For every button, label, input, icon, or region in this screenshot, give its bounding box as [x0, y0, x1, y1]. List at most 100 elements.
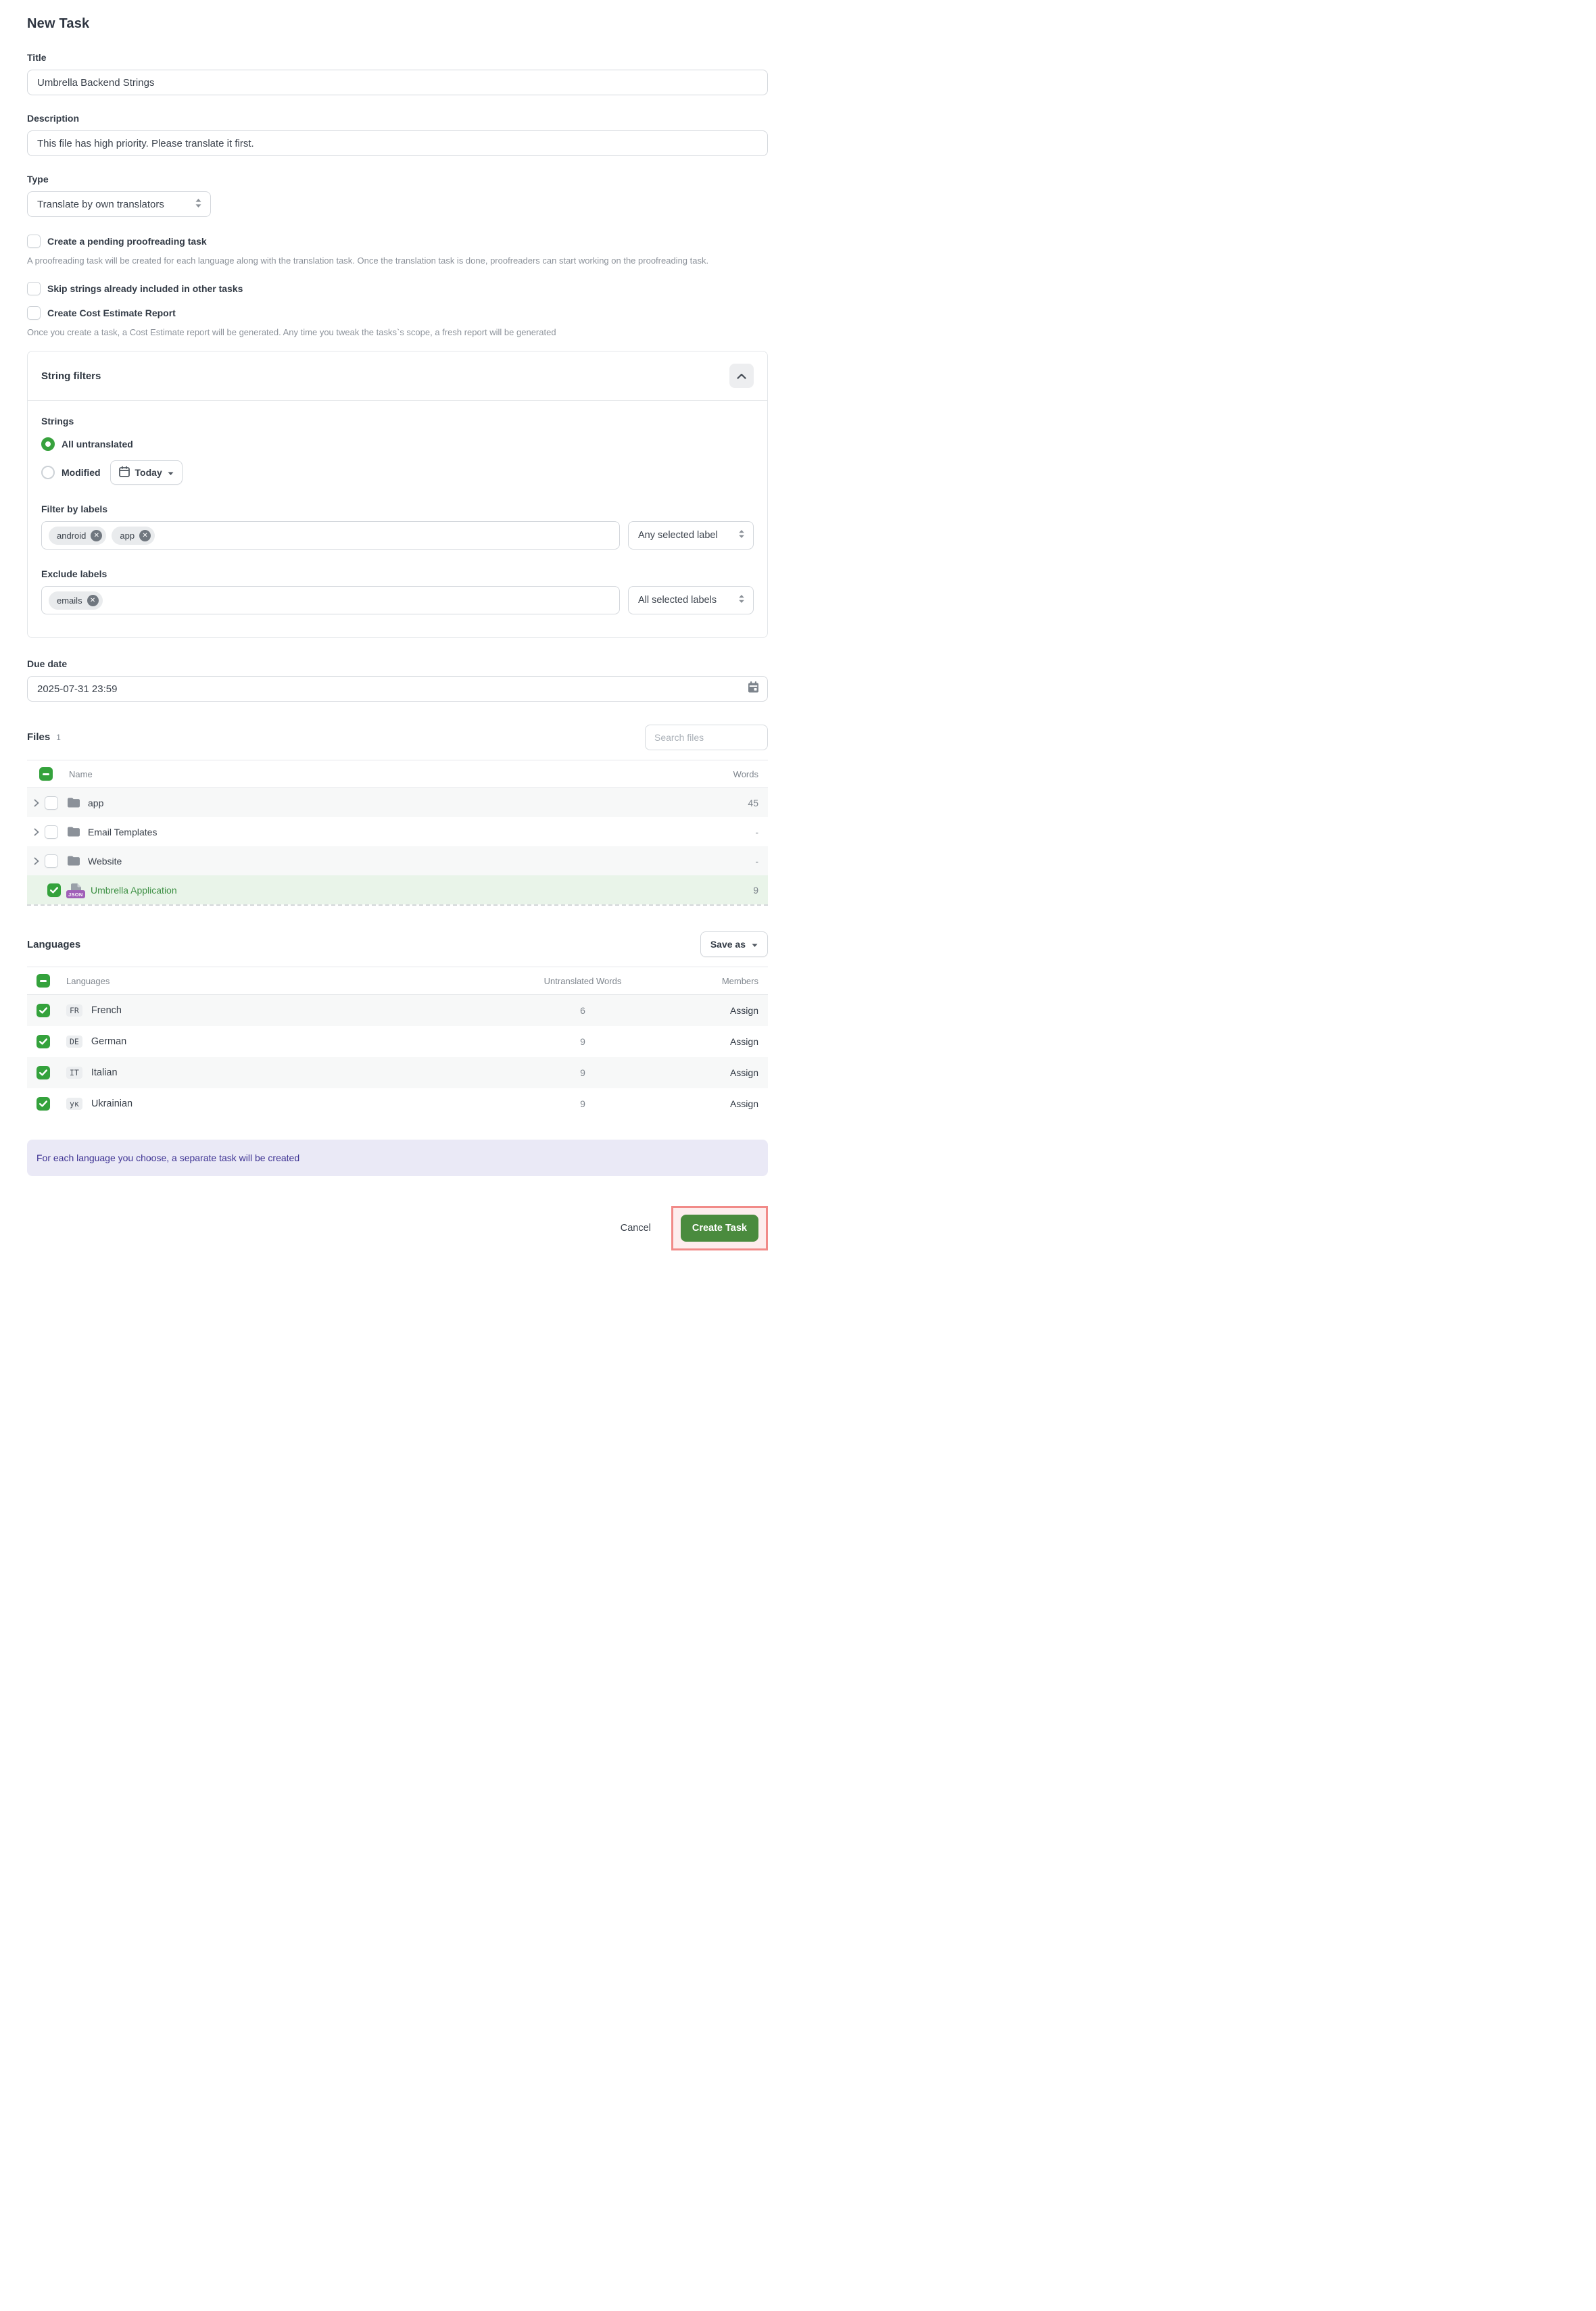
filter-by-labels-label: Filter by labels — [41, 504, 754, 514]
file-name: app — [88, 798, 103, 808]
languages-title: Languages — [27, 939, 80, 950]
cost-estimate-helper-text: Once you create a task, a Cost Estimate … — [27, 326, 768, 339]
remove-label-icon[interactable] — [139, 530, 151, 541]
cost-estimate-checkbox-row: Create Cost Estimate Report — [27, 306, 768, 320]
all-untranslated-radio[interactable] — [41, 437, 55, 451]
language-checkbox[interactable] — [37, 1004, 50, 1017]
file-checkbox[interactable] — [45, 796, 58, 810]
filter-labels-mode-select[interactable]: Any selected label — [628, 521, 754, 550]
description-field-group: Description — [27, 113, 768, 156]
search-files-input[interactable] — [645, 725, 768, 750]
skip-strings-checkbox[interactable] — [27, 282, 41, 295]
create-task-button[interactable]: Create Task — [681, 1215, 758, 1242]
all-untranslated-radio-row: All untranslated — [41, 437, 754, 451]
language-code-badge: DE — [66, 1036, 82, 1048]
select-carets-icon — [738, 529, 745, 541]
expand-folder-icon[interactable] — [34, 799, 45, 807]
string-filters-panel: String filters Strings All untranslated … — [27, 351, 768, 638]
remove-label-icon[interactable] — [87, 595, 99, 606]
string-filters-title: String filters — [41, 370, 101, 382]
file-name: Email Templates — [88, 827, 157, 837]
type-label: Type — [27, 174, 768, 185]
language-name: German — [91, 1036, 126, 1047]
assign-link[interactable]: Assign — [730, 1036, 758, 1047]
save-as-button[interactable]: Save as — [700, 931, 768, 957]
proofreading-checkbox-row: Create a pending proofreading task — [27, 235, 768, 248]
language-checkbox[interactable] — [37, 1097, 50, 1111]
language-checkbox[interactable] — [37, 1035, 50, 1048]
modified-range-button[interactable]: Today — [110, 460, 183, 485]
language-untranslated-words: 6 — [488, 1005, 677, 1016]
files-table-header: Name Words — [27, 760, 768, 788]
description-input[interactable] — [27, 130, 768, 156]
label-chip: android — [49, 527, 106, 545]
title-field-group: Title — [27, 52, 768, 95]
expand-folder-icon[interactable] — [34, 857, 45, 865]
file-checkbox[interactable] — [45, 854, 58, 868]
exclude-labels-mode-select[interactable]: All selected labels — [628, 586, 754, 614]
language-name: Italian — [91, 1067, 118, 1078]
language-row: IT Italian 9 Assign — [27, 1057, 768, 1088]
languages-section-head: Languages Save as — [27, 931, 768, 957]
expand-folder-icon[interactable] — [34, 828, 45, 836]
file-words: - — [755, 827, 758, 837]
proofreading-checkbox-label[interactable]: Create a pending proofreading task — [47, 236, 207, 247]
new-task-form: New Task Title Description Type Translat… — [0, 0, 798, 1298]
folder-icon — [68, 827, 80, 837]
select-all-files-checkbox[interactable] — [39, 767, 53, 781]
filter-labels-input[interactable]: android app — [41, 521, 620, 550]
files-words-column-header: Words — [733, 769, 758, 779]
type-select[interactable]: Translate by own translators — [27, 191, 211, 217]
exclude-labels-mode-value: All selected labels — [638, 595, 717, 606]
caret-down-icon — [752, 939, 758, 950]
json-file-icon: JSON — [70, 883, 82, 897]
assign-link[interactable]: Assign — [730, 1067, 758, 1078]
file-words: 9 — [753, 885, 758, 896]
proofreading-helper-text: A proofreading task will be created for … — [27, 255, 768, 267]
proofreading-checkbox[interactable] — [27, 235, 41, 248]
language-name: Ukrainian — [91, 1098, 132, 1109]
folder-icon — [68, 856, 80, 866]
type-select-value: Translate by own translators — [37, 199, 164, 210]
files-title: Files — [27, 731, 50, 743]
files-count: 1 — [56, 733, 61, 742]
file-row-selected: JSON Umbrella Application 9 — [27, 875, 768, 904]
language-code-badge: IT — [66, 1067, 82, 1079]
files-section-head: Files 1 — [27, 725, 768, 750]
cancel-button[interactable]: Cancel — [619, 1219, 652, 1238]
file-row: Email Templates - — [27, 817, 768, 846]
assign-link[interactable]: Assign — [730, 1005, 758, 1016]
label-chip: app — [112, 527, 155, 545]
calendar-icon[interactable] — [748, 681, 759, 697]
all-untranslated-radio-label[interactable]: All untranslated — [62, 439, 133, 449]
collapse-panel-button[interactable] — [729, 364, 754, 388]
page-title: New Task — [27, 16, 768, 32]
json-format-badge: JSON — [66, 890, 85, 898]
label-chip-text: emails — [57, 595, 82, 606]
remove-label-icon[interactable] — [91, 530, 102, 541]
exclude-labels-label: Exclude labels — [41, 568, 754, 579]
assign-link[interactable]: Assign — [730, 1098, 758, 1109]
cost-estimate-checkbox[interactable] — [27, 306, 41, 320]
file-checkbox[interactable] — [47, 883, 61, 897]
language-code-badge: ук — [66, 1098, 82, 1110]
cost-estimate-checkbox-label[interactable]: Create Cost Estimate Report — [47, 308, 176, 318]
title-input[interactable] — [27, 70, 768, 95]
file-checkbox[interactable] — [45, 825, 58, 839]
modified-radio[interactable] — [41, 466, 55, 479]
language-name: French — [91, 1005, 122, 1016]
due-date-input[interactable] — [27, 676, 768, 702]
exclude-labels-input[interactable]: emails — [41, 586, 620, 614]
modified-radio-label[interactable]: Modified — [62, 467, 101, 478]
file-words: 45 — [748, 798, 758, 808]
label-chip: emails — [49, 591, 103, 610]
select-carets-icon — [738, 594, 745, 606]
modified-radio-row: Modified Today — [41, 460, 754, 485]
skip-strings-checkbox-label[interactable]: Skip strings already included in other t… — [47, 283, 243, 294]
language-checkbox[interactable] — [37, 1066, 50, 1079]
language-code-badge: FR — [66, 1004, 82, 1017]
file-row: app 45 — [27, 788, 768, 817]
select-all-languages-checkbox[interactable] — [37, 974, 50, 988]
untranslated-words-column-header: Untranslated Words — [488, 976, 677, 986]
language-row: FR French 6 Assign — [27, 995, 768, 1026]
